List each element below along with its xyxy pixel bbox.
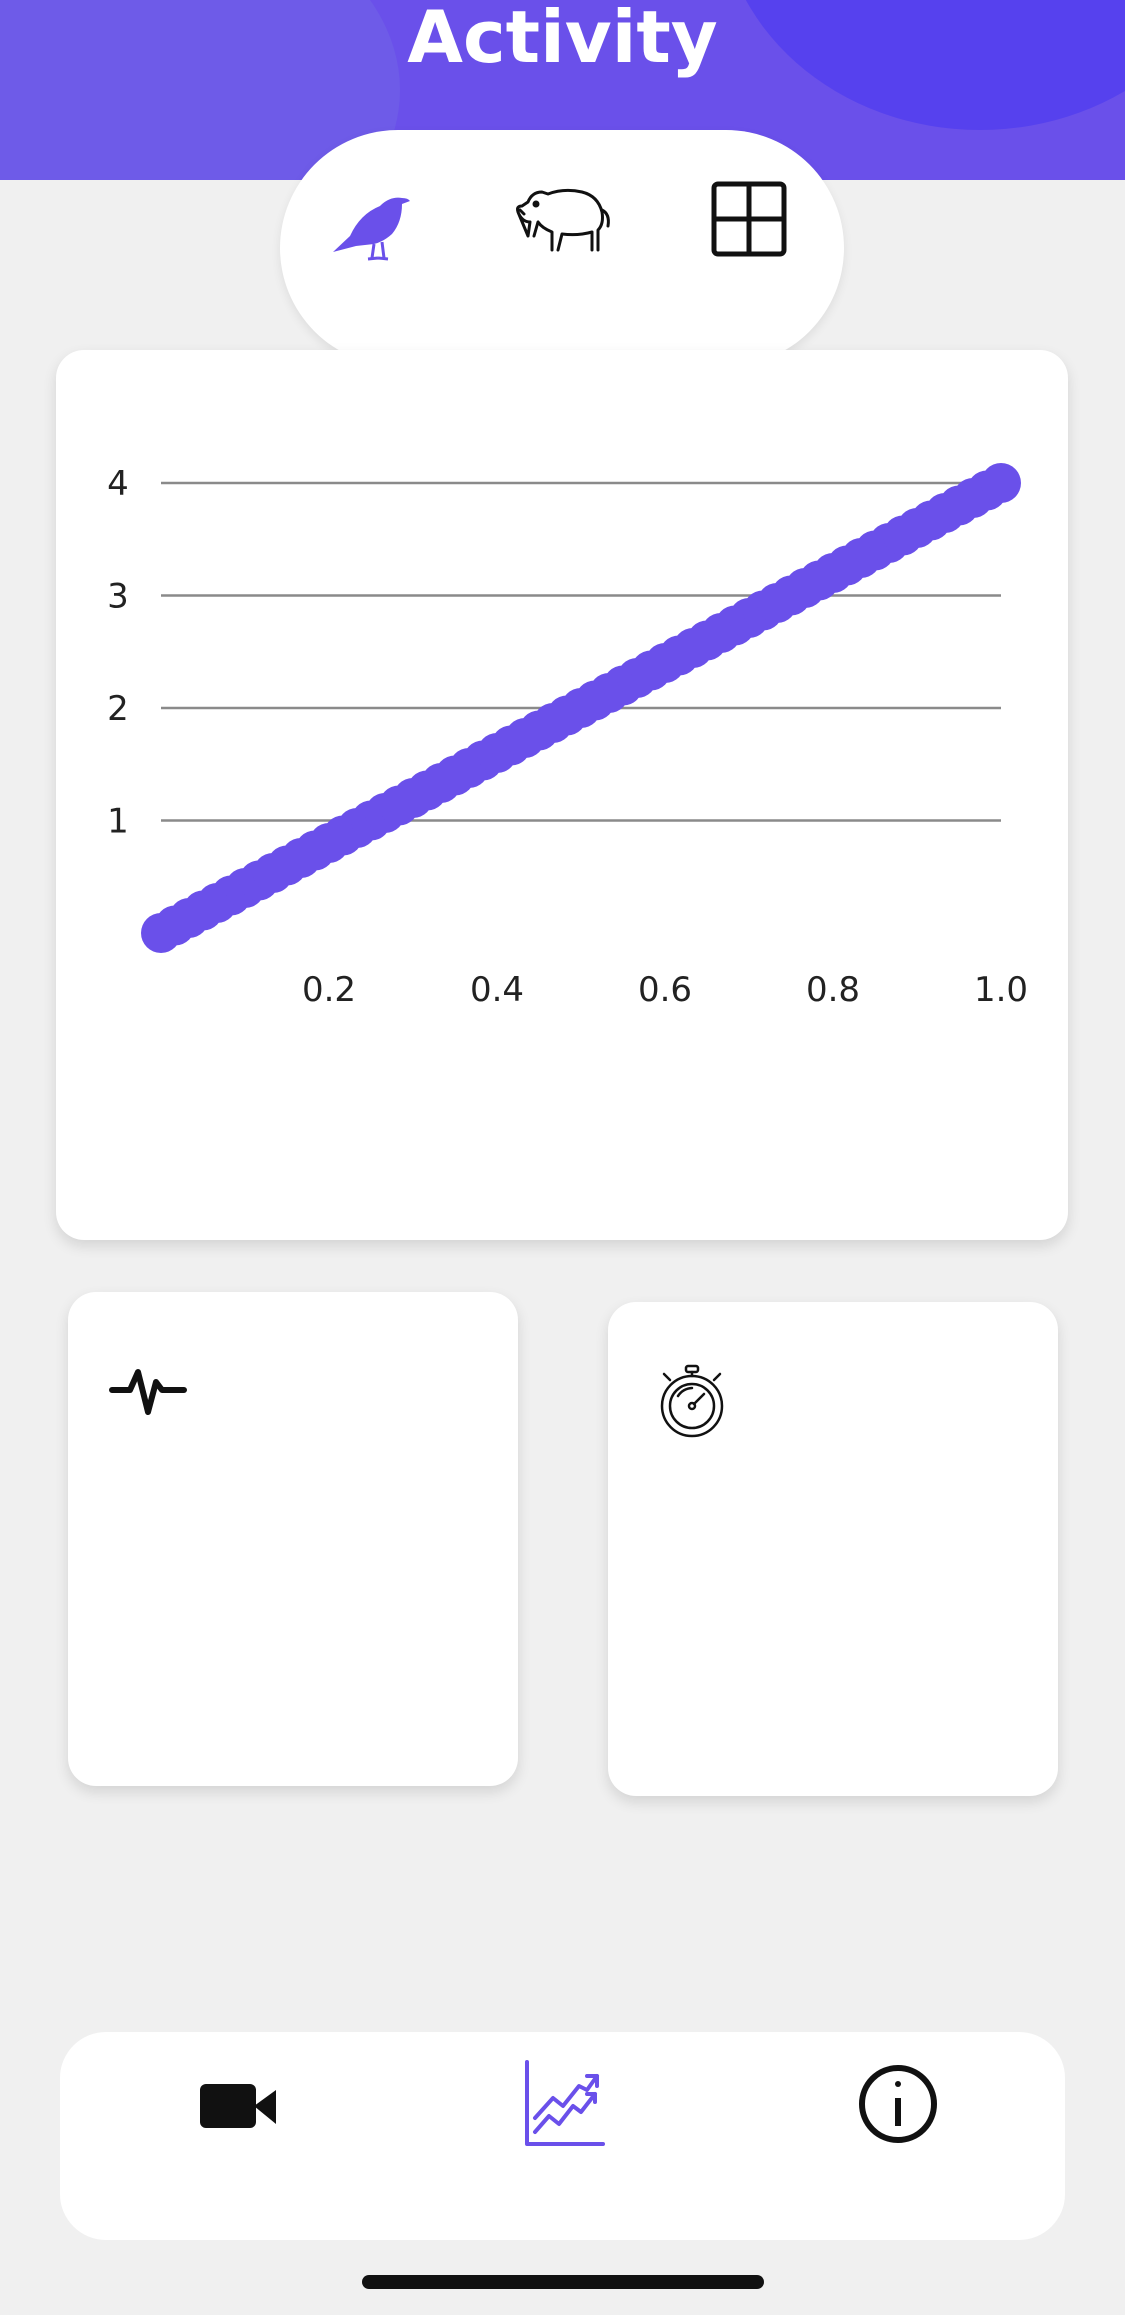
stopwatch-card[interactable]: [608, 1302, 1058, 1796]
line-chart: 1 2 3 4 0.2 0.4 0.6 0.8 1.0: [107, 463, 1028, 1010]
heartbeat-icon: [108, 1352, 188, 1432]
x-tick-label: 0.2: [302, 970, 356, 1010]
y-tick-label: 1: [107, 802, 129, 842]
stopwatch-icon: [652, 1360, 732, 1440]
chart-icon[interactable]: [513, 2054, 613, 2154]
boar-icon[interactable]: [512, 170, 612, 270]
y-tick-label: 2: [107, 689, 129, 729]
heartbeat-card[interactable]: [68, 1292, 518, 1786]
x-tick-label: 0.6: [638, 970, 692, 1010]
home-indicator: [362, 2275, 764, 2289]
series-point: [981, 463, 1021, 503]
chart-card: 1 2 3 4 0.2 0.4 0.6 0.8 1.0: [56, 350, 1068, 1240]
y-tick-label: 4: [107, 464, 129, 504]
y-tick-label: 3: [107, 577, 129, 617]
x-tick-label: 1.0: [974, 970, 1028, 1010]
x-tick-label: 0.8: [806, 970, 860, 1010]
segment-control: [280, 130, 844, 366]
grid-icon[interactable]: [698, 170, 798, 270]
info-icon[interactable]: [848, 2054, 948, 2154]
page-title: Activity: [407, 0, 718, 79]
video-camera-icon[interactable]: [190, 2054, 290, 2154]
bottom-nav: [60, 2032, 1065, 2240]
crow-icon[interactable]: [328, 170, 428, 270]
x-tick-label: 0.4: [470, 970, 524, 1010]
